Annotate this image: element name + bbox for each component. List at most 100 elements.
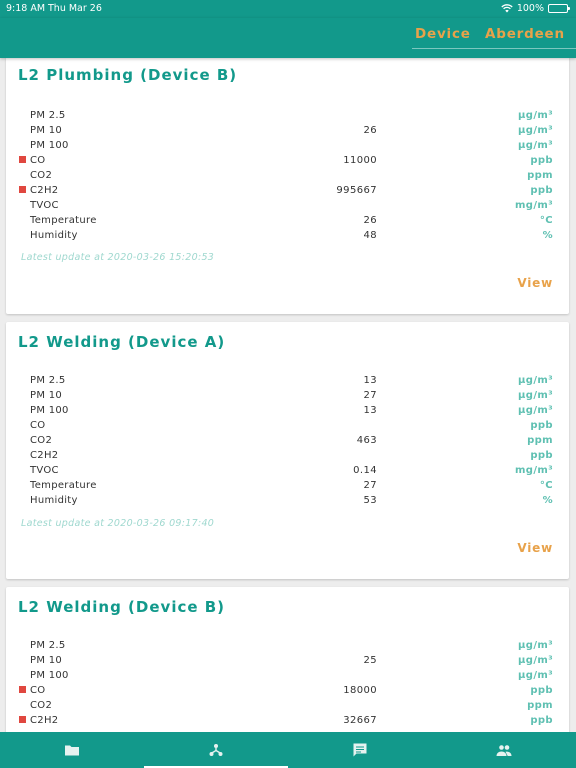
reading-value: 25 xyxy=(363,655,377,666)
view-button[interactable]: View xyxy=(517,541,553,555)
view-button[interactable]: View xyxy=(517,276,553,290)
battery-icon xyxy=(548,4,570,13)
reading-label: CO xyxy=(30,420,46,431)
reading-value: 48 xyxy=(363,230,377,241)
reading-list: PM 2.5 13 µg/m³ PM 10 27 µg/m³ PM 100 13 µg/m³… xyxy=(6,373,569,508)
reading-row: TVOC 0.14 mg/m³ xyxy=(6,463,569,478)
reading-unit: % xyxy=(542,230,553,241)
folder-icon xyxy=(65,745,79,756)
reading-value: 463 xyxy=(356,435,377,446)
reading-unit: °C xyxy=(539,215,553,226)
reading-row: PM 2.5 µg/m³ xyxy=(6,638,569,653)
reading-row: PM 10 25 µg/m³ xyxy=(6,653,569,668)
bottom-nav xyxy=(0,732,576,768)
reading-row: CO2 463 ppm xyxy=(6,433,569,448)
device-tree-icon xyxy=(209,744,223,756)
reading-unit: µg/m³ xyxy=(518,640,553,651)
reading-label: TVOC xyxy=(30,465,59,476)
card-title: L2 Welding (Device B) xyxy=(18,598,226,616)
reading-unit: µg/m³ xyxy=(518,375,553,386)
reading-unit: µg/m³ xyxy=(518,390,553,401)
reading-label: PM 2.5 xyxy=(30,640,66,651)
status-bar: 9:18 AM Thu Mar 26 100% xyxy=(0,0,576,18)
reading-unit: ppb xyxy=(530,715,553,726)
reading-value: 27 xyxy=(363,390,377,401)
reading-row: CO 18000 ppb xyxy=(6,683,569,698)
reading-label: Temperature xyxy=(30,480,97,491)
status-date: Thu Mar 26 xyxy=(48,3,102,14)
reading-value: 13 xyxy=(363,375,377,386)
status-right: 100% xyxy=(501,3,570,14)
device-card: L2 Welding (Device B) PM 2.5 µg/m³ PM 10 2… xyxy=(6,587,569,732)
reading-unit: ppm xyxy=(527,170,553,181)
reading-value: 26 xyxy=(363,215,377,226)
reading-row: CO 11000 ppb xyxy=(6,153,569,168)
reading-list: PM 2.5 µg/m³ PM 10 26 µg/m³ PM 100 µg/m³ CO 1… xyxy=(6,108,569,243)
reading-label: TVOC xyxy=(30,200,59,211)
reading-value: 53 xyxy=(363,495,377,506)
reading-row: Temperature 26 °C xyxy=(6,213,569,228)
wifi-icon xyxy=(501,4,513,13)
reading-unit: mg/m³ xyxy=(514,465,553,476)
reading-label: PM 10 xyxy=(30,125,63,136)
nav-files[interactable] xyxy=(0,732,144,768)
reading-row: C2H2 32667 ppb xyxy=(6,713,569,728)
reading-unit: ppm xyxy=(527,435,553,446)
reading-label: PM 100 xyxy=(30,140,69,151)
reading-unit: ppb xyxy=(530,155,553,166)
reading-row: Humidity 48% xyxy=(6,228,569,243)
app-header: Device Aberdeen xyxy=(0,18,576,58)
reading-value: 11000 xyxy=(343,155,377,166)
reading-list: PM 2.5 µg/m³ PM 10 25 µg/m³ PM 100 µg/m³ CO 1… xyxy=(6,638,569,728)
tab-location[interactable]: Aberdeen xyxy=(485,26,565,42)
reading-label: Temperature xyxy=(30,215,97,226)
reading-row: C2H2 995667 ppb xyxy=(6,183,569,198)
reading-unit: ppb xyxy=(530,185,553,196)
tab-device[interactable]: Device xyxy=(415,26,471,42)
alarm-indicator xyxy=(19,686,26,693)
reading-label: Humidity xyxy=(30,230,78,241)
reading-label: PM 100 xyxy=(30,405,69,416)
reading-row: Temperature 27 °C xyxy=(6,478,569,493)
reading-row: PM 100 µg/m³ xyxy=(6,668,569,683)
reading-value: 995667 xyxy=(336,185,377,196)
card-title: L2 Welding (Device A) xyxy=(18,333,226,351)
reading-value: 18000 xyxy=(343,685,377,696)
reading-label: PM 2.5 xyxy=(30,110,66,121)
message-icon xyxy=(353,743,367,757)
reading-label: C2H2 xyxy=(30,185,59,196)
reading-label: Humidity xyxy=(30,495,78,506)
reading-row: Humidity 53% xyxy=(6,493,569,508)
reading-label: CO xyxy=(30,685,46,696)
reading-unit: ppb xyxy=(530,420,553,431)
nav-messages[interactable] xyxy=(288,732,432,768)
reading-value: 32667 xyxy=(343,715,377,726)
reading-row: PM 2.5 µg/m³ xyxy=(6,108,569,123)
reading-label: CO xyxy=(30,155,46,166)
reading-unit: °C xyxy=(539,480,553,491)
device-list[interactable]: L2 Plumbing (Device B) PM 2.5 µg/m³ PM 10… xyxy=(0,58,576,732)
reading-unit: µg/m³ xyxy=(518,110,553,121)
reading-row: CO ppb xyxy=(6,418,569,433)
nav-devices[interactable] xyxy=(144,732,288,768)
reading-row: PM 2.5 13 µg/m³ xyxy=(6,373,569,388)
nav-people[interactable] xyxy=(432,732,576,768)
reading-unit: µg/m³ xyxy=(518,655,553,666)
reading-row: CO2 ppm xyxy=(6,168,569,183)
alarm-indicator xyxy=(19,716,26,723)
alarm-indicator xyxy=(19,186,26,193)
reading-label: CO2 xyxy=(30,170,53,181)
reading-unit: µg/m³ xyxy=(518,405,553,416)
reading-unit: ppm xyxy=(527,700,553,711)
device-card: L2 Welding (Device A) PM 2.5 13 µg/m³ PM 1… xyxy=(6,322,569,579)
reading-label: C2H2 xyxy=(30,715,59,726)
reading-row: TVOC mg/m³ xyxy=(6,198,569,213)
reading-row: PM 10 26 µg/m³ xyxy=(6,123,569,138)
reading-label: PM 10 xyxy=(30,655,63,666)
reading-value: 27 xyxy=(363,480,377,491)
alarm-indicator xyxy=(19,156,26,163)
reading-label: PM 2.5 xyxy=(30,375,66,386)
battery-percent: 100% xyxy=(516,3,544,14)
reading-unit: % xyxy=(542,495,553,506)
reading-value: 0.14 xyxy=(353,465,377,476)
